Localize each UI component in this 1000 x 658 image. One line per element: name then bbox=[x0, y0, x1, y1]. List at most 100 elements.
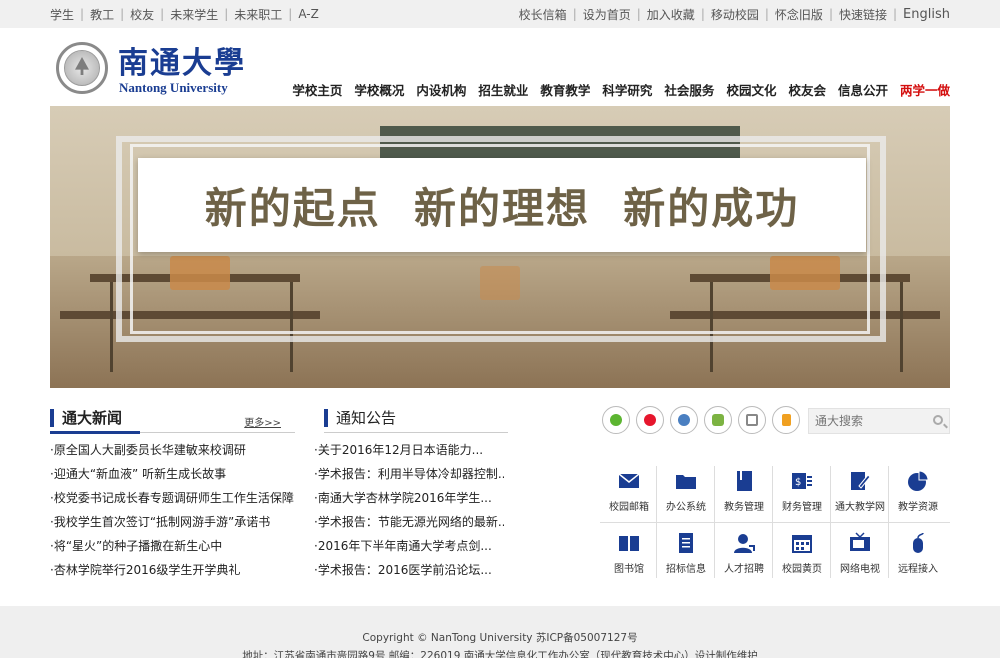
service-label: 财务管理 bbox=[782, 502, 822, 513]
user-icon bbox=[734, 534, 755, 553]
link-alumni[interactable]: 校友 bbox=[130, 6, 154, 23]
service-label: 办公系统 bbox=[666, 502, 706, 513]
icon-dot bbox=[678, 414, 690, 426]
list-item[interactable]: ·迎通大“新血液” 听新生成长故事 bbox=[50, 462, 300, 486]
nav-campus-culture[interactable]: 校园文化 bbox=[726, 80, 776, 99]
search-input[interactable] bbox=[809, 409, 927, 433]
list-item[interactable]: ·校党委书记成长春专题调研师生工作生活保障 bbox=[50, 486, 300, 510]
banner-desk-leg bbox=[900, 282, 903, 372]
service-label: 通大教学网 bbox=[835, 502, 885, 513]
service-label: 网络电视 bbox=[840, 564, 880, 575]
list-item[interactable]: ·杏林学院举行2016级学生开学典礼 bbox=[50, 558, 300, 582]
service-label: 人才招聘 bbox=[724, 564, 764, 575]
nav-research[interactable]: 科学研究 bbox=[602, 80, 652, 99]
service-finance[interactable]: $ 财务管理 bbox=[773, 466, 831, 520]
separator: | bbox=[120, 7, 125, 21]
wechat-icon[interactable] bbox=[602, 406, 630, 434]
service-label: 教务管理 bbox=[724, 502, 764, 513]
service-bidding-info[interactable]: 招标信息 bbox=[657, 528, 715, 582]
link-set-homepage[interactable]: 设为首页 bbox=[583, 6, 631, 23]
slogan-box: 新的起点 新的理想 新的成功 bbox=[138, 158, 866, 252]
news-more-link[interactable]: 更多>> bbox=[244, 414, 281, 429]
separator: | bbox=[288, 7, 293, 21]
weibo-icon[interactable] bbox=[636, 406, 664, 434]
news-list: ·原全国人大副委员长华建敏来校调研 ·迎通大“新血液” 听新生成长故事 ·校党委… bbox=[50, 438, 300, 582]
mobile-app-icon[interactable] bbox=[772, 406, 800, 434]
icon-dot bbox=[746, 414, 758, 426]
service-email[interactable]: 校园邮箱 bbox=[600, 466, 658, 520]
footer-address: 地址：江苏省南通市啬园路9号 邮编：226019 南通大学信息化工作办公室（现代… bbox=[242, 650, 758, 658]
link-staff[interactable]: 教工 bbox=[90, 6, 114, 23]
service-yellow-pages[interactable]: 校园黄页 bbox=[773, 528, 831, 582]
header-underline bbox=[50, 431, 140, 434]
nav-overview[interactable]: 学校概况 bbox=[354, 80, 404, 99]
link-mobile-campus[interactable]: 移动校园 bbox=[711, 6, 759, 23]
calendar-icon bbox=[792, 535, 812, 553]
grid-divider bbox=[600, 522, 950, 523]
service-academic-affairs[interactable]: 教务管理 bbox=[715, 466, 773, 520]
nav-departments[interactable]: 内设机构 bbox=[416, 80, 466, 99]
nav-two-studies[interactable]: 两学一做 bbox=[900, 80, 950, 99]
title-bar-accent bbox=[50, 409, 54, 427]
link-future-staff[interactable]: 未来职工 bbox=[234, 6, 282, 23]
link-english[interactable]: English bbox=[903, 7, 950, 22]
separator: | bbox=[828, 7, 833, 21]
separator: | bbox=[700, 7, 705, 21]
list-item[interactable]: ·原全国人大副委员长华建敏来校调研 bbox=[50, 438, 300, 462]
link-add-favorite[interactable]: 加入收藏 bbox=[647, 6, 695, 23]
university-seal-icon[interactable] bbox=[56, 42, 108, 94]
service-teaching-network[interactable]: 通大教学网 bbox=[831, 466, 889, 520]
list-item[interactable]: ·学术报告：利用半导体冷却器控制... bbox=[314, 462, 504, 486]
nav-home[interactable]: 学校主页 bbox=[292, 80, 342, 99]
list-item[interactable]: ·学术报告：节能无源光网络的最新... bbox=[314, 510, 504, 534]
logo-english-name[interactable]: Nantong University bbox=[119, 80, 228, 96]
separator: | bbox=[572, 7, 577, 21]
logo-chinese-name[interactable]: 南通大學 bbox=[118, 38, 246, 82]
icon-dot bbox=[782, 414, 791, 426]
main-nav: 学校主页 学校概况 内设机构 招生就业 教育教学 科学研究 社会服务 校园文化 … bbox=[280, 80, 950, 99]
icon-dot bbox=[644, 414, 656, 426]
link-old-version[interactable]: 怀念旧版 bbox=[775, 6, 823, 23]
apple-icon[interactable] bbox=[670, 406, 698, 434]
list-item[interactable]: ·将“星火”的种子播撒在新生心中 bbox=[50, 534, 300, 558]
separator: | bbox=[160, 7, 165, 21]
list-item[interactable]: ·我校学生首次签订“抵制网游手游”承诺书 bbox=[50, 510, 300, 534]
top-bar: 学生 | 教工 | 校友 | 未来学生 | 未来职工 | A-Z 校长信箱 | 设为首页 | … bbox=[0, 0, 1000, 28]
link-a-z[interactable]: A-Z bbox=[298, 7, 319, 21]
android-icon[interactable] bbox=[704, 406, 732, 434]
service-teaching-resources[interactable]: 教学资源 bbox=[889, 466, 947, 520]
mail-icon bbox=[618, 473, 640, 488]
nav-education[interactable]: 教育教学 bbox=[540, 80, 590, 99]
news-title: 通大新闻 bbox=[62, 409, 123, 427]
pie-chart-icon bbox=[908, 470, 929, 491]
notices-list: ·关于2016年12月日本语能力... ·学术报告：利用半导体冷却器控制... … bbox=[314, 438, 504, 582]
search-icon[interactable] bbox=[933, 415, 943, 425]
nav-admissions[interactable]: 招生就业 bbox=[478, 80, 528, 99]
service-recruitment[interactable]: 人才招聘 bbox=[715, 528, 773, 582]
site-header: 南通大學 Nantong University 学校主页 学校概况 内设机构 招… bbox=[50, 28, 950, 106]
nav-alumni[interactable]: 校友会 bbox=[788, 80, 826, 99]
list-item[interactable]: ·2016年下半年南通大学考点剑... bbox=[314, 534, 504, 558]
icon-dot bbox=[712, 414, 724, 426]
service-library[interactable]: 图书馆 bbox=[600, 528, 658, 582]
utility-links: 校长信箱 | 设为首页 | 加入收藏 | 移动校园 | 怀念旧版 | 快速链接 | Engl… bbox=[519, 0, 950, 28]
separator: | bbox=[224, 7, 229, 21]
list-item[interactable]: ·学术报告：2016医学前沿论坛... bbox=[314, 558, 504, 582]
link-quick-links[interactable]: 快速链接 bbox=[839, 6, 887, 23]
link-future-students[interactable]: 未来学生 bbox=[170, 6, 218, 23]
nav-social-service[interactable]: 社会服务 bbox=[664, 80, 714, 99]
banner-desk-leg bbox=[110, 282, 113, 372]
nav-info-disclosure[interactable]: 信息公开 bbox=[838, 80, 888, 99]
service-office-system[interactable]: 办公系统 bbox=[657, 466, 715, 520]
tablet-icon[interactable] bbox=[738, 406, 766, 434]
news-header: 通大新闻 更多>> bbox=[50, 405, 295, 434]
link-students[interactable]: 学生 bbox=[50, 6, 74, 23]
audience-links: 学生 | 教工 | 校友 | 未来学生 | 未来职工 | A-Z bbox=[50, 0, 319, 28]
list-item[interactable]: ·关于2016年12月日本语能力... bbox=[314, 438, 504, 462]
hero-banner[interactable]: 新的起点 新的理想 新的成功 bbox=[50, 106, 950, 388]
service-network-tv[interactable]: 网络电视 bbox=[831, 528, 889, 582]
service-remote-access[interactable]: 远程接入 bbox=[889, 528, 947, 582]
list-item[interactable]: ·南通大学杏林学院2016年学生... bbox=[314, 486, 504, 510]
mouse-icon bbox=[913, 532, 924, 553]
link-president-mailbox[interactable]: 校长信箱 bbox=[519, 6, 567, 23]
